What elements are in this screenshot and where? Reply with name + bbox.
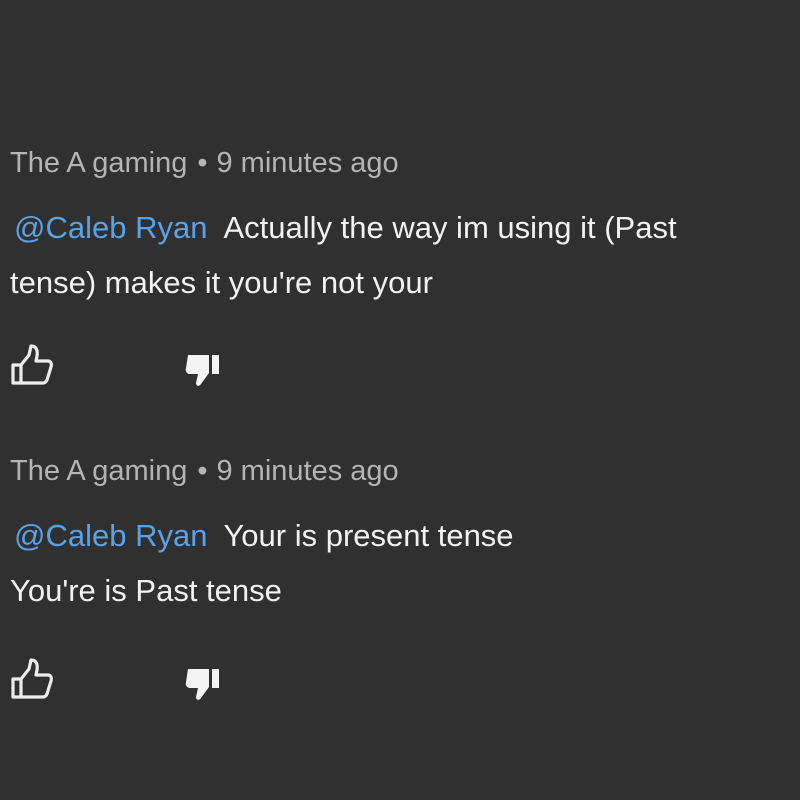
comment-timestamp[interactable]: 9 minutes ago bbox=[217, 147, 399, 179]
like-button[interactable] bbox=[10, 344, 54, 388]
thumbs-up-icon bbox=[11, 658, 53, 699]
mention-link[interactable]: @Caleb Ryan bbox=[10, 518, 207, 553]
comment-actions bbox=[10, 344, 795, 394]
comment-author[interactable]: The A gaming bbox=[10, 455, 187, 487]
meta-separator: • bbox=[197, 455, 208, 487]
dislike-button[interactable] bbox=[182, 663, 226, 707]
thumbs-up-icon bbox=[11, 344, 53, 385]
comment-meta: The A gaming • 9 minutes ago bbox=[10, 453, 795, 489]
thumbs-down-icon bbox=[185, 355, 219, 386]
comment-text-line: Your is present tense bbox=[223, 518, 514, 553]
comment: The A gaming • 9 minutes ago @Caleb Ryan Yo… bbox=[10, 453, 795, 708]
comment-text: @Caleb Ryan Actually the way im using it … bbox=[10, 200, 795, 310]
mention-link[interactable]: @Caleb Ryan bbox=[10, 210, 207, 245]
meta-separator: • bbox=[197, 147, 208, 179]
comment-text-line: tense) makes it you're not your bbox=[10, 265, 433, 300]
comment-timestamp[interactable]: 9 minutes ago bbox=[217, 455, 399, 487]
comment-text-line: You're is Past tense bbox=[10, 573, 282, 608]
comment-text-line: Actually the way im using it (Past bbox=[223, 210, 677, 245]
comment-meta: The A gaming • 9 minutes ago bbox=[10, 145, 795, 181]
dislike-button[interactable] bbox=[182, 349, 226, 393]
thumbs-down-icon bbox=[185, 669, 219, 700]
like-button[interactable] bbox=[10, 658, 54, 702]
comment: The A gaming • 9 minutes ago @Caleb Ryan Ac… bbox=[10, 145, 795, 394]
comment-actions bbox=[10, 658, 795, 708]
comment-author[interactable]: The A gaming bbox=[10, 147, 187, 179]
comment-text: @Caleb Ryan Your is present tense You're … bbox=[10, 508, 795, 618]
